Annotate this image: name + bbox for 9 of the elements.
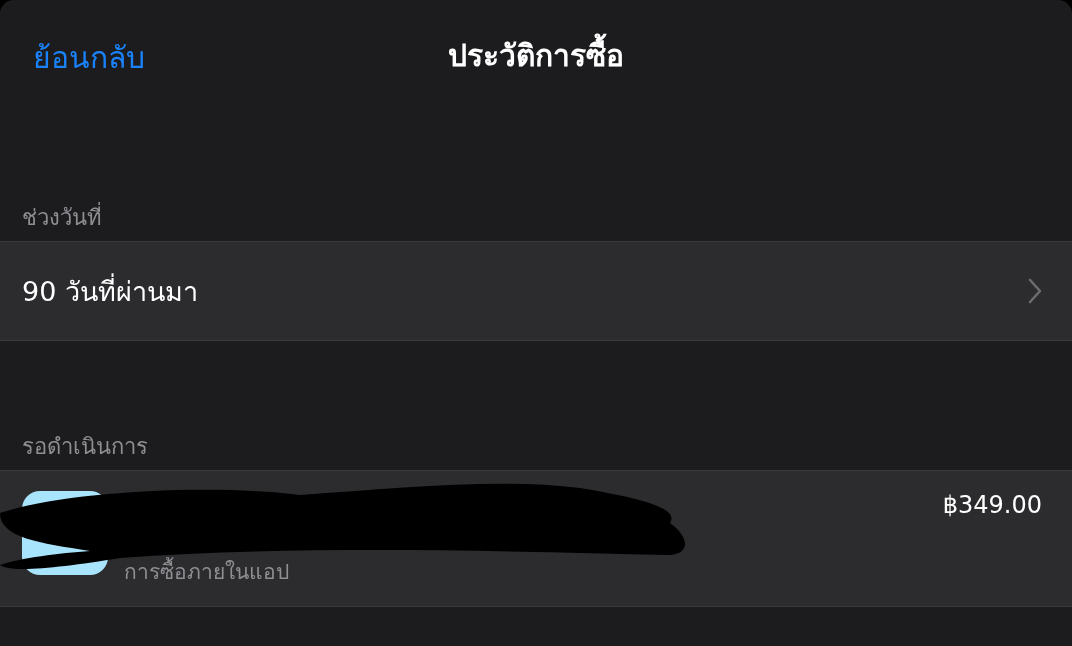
section-header: ช่วงวันที่ [0,112,1072,241]
purchase-row[interactable]: การซื้อภายในแอป ฿349.00 [0,470,1072,607]
date-range-value: 90 วันที่ผ่านมา [22,272,198,309]
page-title: ประวัติการซื้อ [448,31,624,79]
chevron-icon [1028,278,1042,304]
section-header: รอดำเนินการ [21,433,149,461]
date-range-row[interactable]: 90 วันที่ผ่านมา [0,241,1072,341]
price: ฿349.00 [942,491,1042,519]
back-button[interactable]: ย้อนกลับ [33,34,145,81]
